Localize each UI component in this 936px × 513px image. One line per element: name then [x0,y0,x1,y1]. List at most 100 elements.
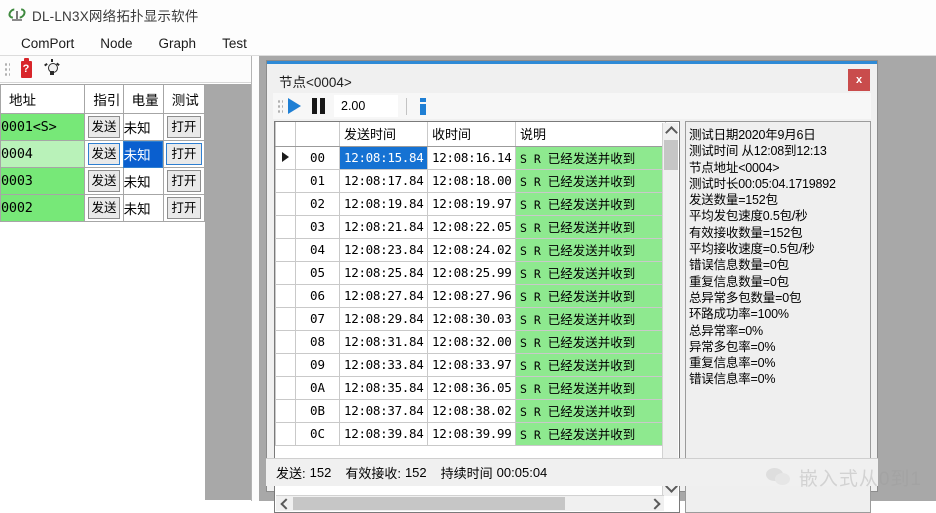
log-send-time[interactable]: 12:08:19.84 [339,191,428,216]
horizontal-scroll-thumb[interactable] [293,497,565,510]
log-recv-time[interactable]: 12:08:16.14 [427,145,516,170]
scroll-right-icon[interactable] [648,496,664,511]
node-panel-empty-area [0,268,205,500]
log-col-index [295,122,340,147]
log-row[interactable]: 06 12:08:27.84 12:08:27.96 S R 已经发送并收到 [275,283,666,308]
status-recv-value: 152 [404,465,427,480]
speed-input[interactable]: 2.00 [334,95,398,117]
play-icon[interactable] [288,98,301,114]
log-recv-time[interactable]: 12:08:27.96 [427,283,516,308]
log-send-time[interactable]: 12:08:37.84 [339,398,428,423]
log-send-time[interactable]: 12:08:35.84 [339,375,428,400]
stat-line-2: 节点地址<0004> [689,160,780,175]
node-test-button[interactable]: 打开 [166,170,201,192]
menu-item-graph[interactable]: Graph [146,33,210,54]
log-recv-time[interactable]: 12:08:25.99 [427,260,516,285]
info-icon[interactable] [420,97,426,115]
menu-item-comport[interactable]: ComPort [8,33,87,54]
antenna-icon [6,6,28,23]
log-row[interactable]: 07 12:08:29.84 12:08:30.03 S R 已经发送并收到 [275,306,666,331]
log-recv-time[interactable]: 12:08:39.99 [427,421,516,446]
node-send-button[interactable]: 发送 [87,143,121,165]
log-recv-time[interactable]: 12:08:32.00 [427,329,516,354]
log-recv-time[interactable]: 12:08:24.02 [427,237,516,262]
log-row[interactable]: 05 12:08:25.84 12:08:25.99 S R 已经发送并收到 [275,260,666,285]
log-description: S R 已经发送并收到 [515,260,666,285]
node-send-cell[interactable]: 发送 [84,167,124,195]
log-recv-time[interactable]: 12:08:33.97 [427,352,516,377]
menu-item-node[interactable]: Node [87,33,145,54]
toolbar-divider [406,97,407,115]
log-send-time[interactable]: 12:08:31.84 [339,329,428,354]
log-recv-time[interactable]: 12:08:36.05 [427,375,516,400]
vertical-scroll-thumb[interactable] [664,140,678,170]
log-recv-time[interactable]: 12:08:18.00 [427,168,516,193]
dialog-toolbar-grip [276,98,283,114]
node-send-cell[interactable]: 发送 [84,194,124,222]
log-row[interactable]: 0B 12:08:37.84 12:08:38.02 S R 已经发送并收到 [275,398,666,423]
log-row[interactable]: 02 12:08:19.84 12:08:19.97 S R 已经发送并收到 [275,191,666,216]
stat-line-4: 发送数量=152包 [689,193,778,208]
log-col-recv-time[interactable]: 收时间 [427,122,516,147]
close-icon[interactable]: x [848,69,870,91]
log-send-time[interactable]: 12:08:21.84 [339,214,428,239]
node-test-button[interactable]: 打开 [166,197,201,219]
lightbulb-button[interactable] [39,58,65,81]
stat-line-0: 测试日期2020年9月6日 [689,128,816,142]
log-send-time[interactable]: 12:08:33.84 [339,352,428,377]
stat-line-12: 总异常率=0% [689,323,763,338]
log-row[interactable]: 0C 12:08:39.84 12:08:39.99 S R 已经发送并收到 [275,421,666,446]
log-row[interactable]: 09 12:08:33.84 12:08:33.97 S R 已经发送并收到 [275,352,666,377]
log-col-desc[interactable]: 说明 [515,122,666,147]
node-test-button[interactable]: 打开 [166,143,202,165]
pause-icon[interactable] [312,98,325,114]
stat-line-3: 测试时长00:05:04.1719892 [689,176,836,191]
log-recv-time[interactable]: 12:08:19.97 [427,191,516,216]
log-send-time[interactable]: 12:08:29.84 [339,306,428,331]
node-test-button[interactable]: 打开 [166,116,201,138]
node-send-button[interactable]: 发送 [88,170,120,192]
log-horizontal-scrollbar[interactable] [276,495,664,511]
node-row[interactable]: 0002 发送 未知 打开 [0,194,206,222]
node-test-cell[interactable]: 打开 [162,140,206,168]
log-row[interactable]: 04 12:08:23.84 12:08:24.02 S R 已经发送并收到 [275,237,666,262]
battery-button[interactable] [13,57,39,81]
dialog-accent-bar [267,61,877,64]
node-send-cell[interactable]: 发送 [84,140,124,168]
node-test-cell[interactable]: 打开 [162,167,206,195]
menu-item-test[interactable]: Test [209,33,260,54]
row-marker-icon [275,329,296,354]
log-row[interactable]: 01 12:08:17.84 12:08:18.00 S R 已经发送并收到 [275,168,666,193]
node-address: 0004 [0,140,86,168]
log-col-send-time[interactable]: 发送时间 [339,122,428,147]
node-row-selected[interactable]: 0004 发送 未知 打开 [0,140,206,168]
log-row[interactable]: 0A 12:08:35.84 12:08:36.05 S R 已经发送并收到 [275,375,666,400]
node-row[interactable]: 0003 发送 未知 打开 [0,167,206,195]
menu-bar: ComPort Node Graph Test [0,30,936,56]
log-send-time[interactable]: 12:08:27.84 [339,283,428,308]
status-duration-label: 持续时间 [440,466,493,481]
log-row[interactable]: 03 12:08:21.84 12:08:22.05 S R 已经发送并收到 [275,214,666,239]
node-test-cell[interactable]: 打开 [162,113,206,141]
log-vertical-scrollbar[interactable] [662,123,678,496]
log-index: 05 [295,260,340,285]
log-row-selected[interactable]: 00 12:08:15.84 12:08:16.14 S R 已经发送并收到 [275,145,666,170]
log-recv-time[interactable]: 12:08:38.02 [427,398,516,423]
log-send-time[interactable]: 12:08:25.84 [339,260,428,285]
node-test-cell[interactable]: 打开 [162,194,206,222]
node-send-button[interactable]: 发送 [88,116,120,138]
node-row[interactable]: 0001<S> 发送 未知 打开 [0,113,206,141]
log-row[interactable]: 08 12:08:31.84 12:08:32.00 S R 已经发送并收到 [275,329,666,354]
scroll-up-icon[interactable] [663,123,679,139]
scroll-left-icon[interactable] [276,496,292,511]
stat-line-7: 平均接收速度=0.5包/秒 [689,242,815,257]
log-send-time[interactable]: 12:08:39.84 [339,421,428,446]
log-send-time[interactable]: 12:08:23.84 [339,237,428,262]
node-send-button[interactable]: 发送 [88,197,120,219]
log-send-time[interactable]: 12:08:15.84 [339,145,428,170]
log-recv-time[interactable]: 12:08:30.03 [427,306,516,331]
log-recv-time[interactable]: 12:08:22.05 [427,214,516,239]
log-description: S R 已经发送并收到 [515,398,666,423]
log-send-time[interactable]: 12:08:17.84 [339,168,428,193]
node-send-cell[interactable]: 发送 [84,113,124,141]
